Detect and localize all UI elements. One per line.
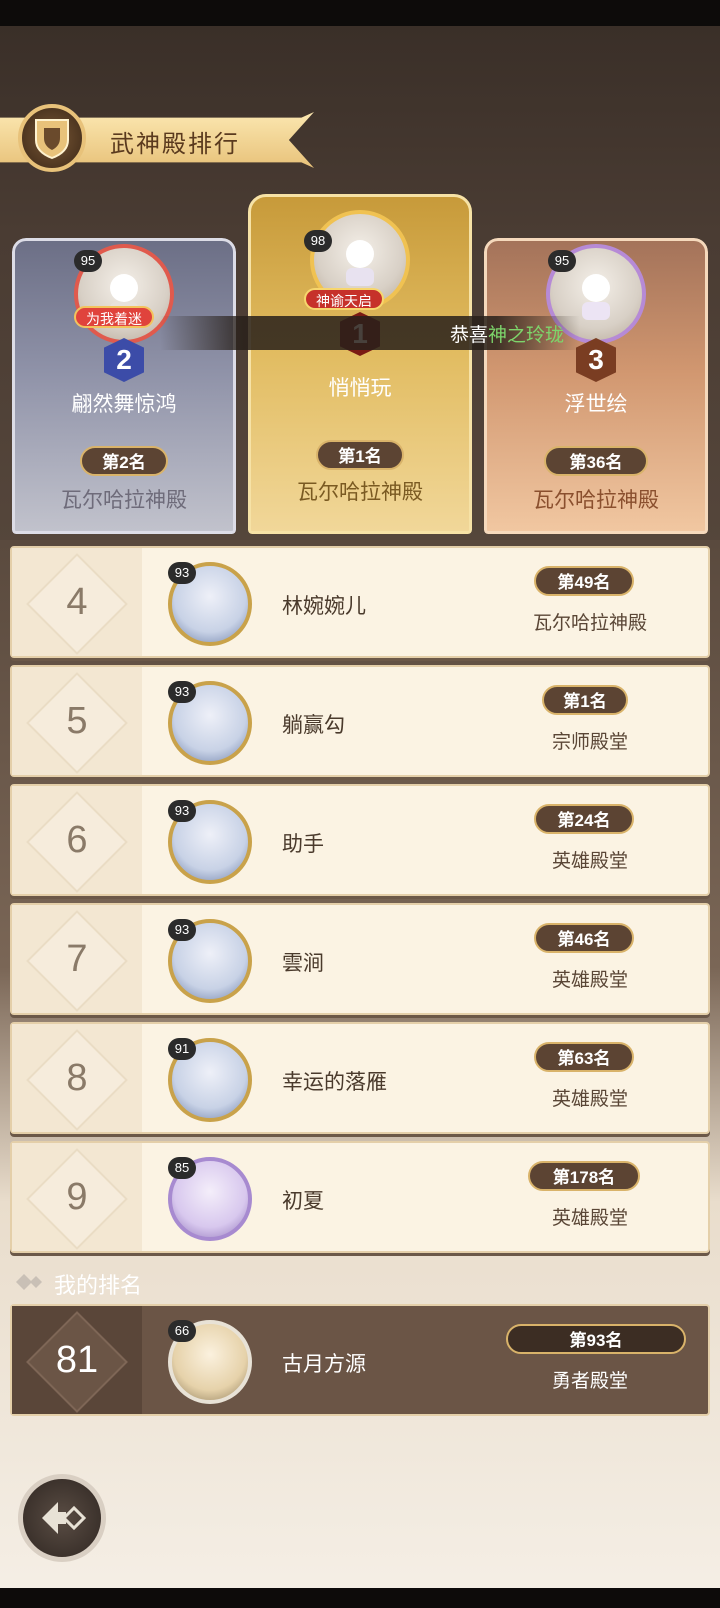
level-badge: 66 [168, 1320, 196, 1342]
system-navigation-bar [0, 1588, 720, 1608]
level-badge: 93 [168, 562, 196, 584]
back-arrow-icon [42, 1502, 86, 1534]
place-badge: 第2名 [80, 446, 168, 476]
table-row[interactable]: 7 93 雲涧 第46名 英雄殿堂 [10, 903, 710, 1015]
hall-name: 勇者殿堂 [551, 1371, 628, 1392]
my-rank-row[interactable]: 81 66 古月方源 第93名 勇者殿堂 [10, 1304, 710, 1416]
place-badge: 第1名 [542, 685, 628, 715]
broadcast-marquee: 恭喜神之玲珑 [160, 316, 580, 350]
rank-number: 7 [66, 937, 88, 980]
rank-cell: 7 [12, 905, 142, 1013]
rank-cell: 4 [12, 548, 142, 656]
rank-number: 9 [66, 1175, 88, 1218]
place-badge: 第1名 [316, 440, 404, 470]
hall-name: 英雄殿堂 [551, 1089, 628, 1110]
podium-card-2[interactable]: 95 为我着迷 2 翩然舞惊鸿 第2名 瓦尔哈拉神殿 [12, 238, 236, 534]
hall-name: 瓦尔哈拉神殿 [533, 489, 659, 512]
player-name: 林婉婉儿 [282, 595, 366, 618]
level-badge: 93 [168, 919, 196, 941]
podium-card-1[interactable]: 98 神谕天启 1 悄悄玩 第1名 瓦尔哈拉神殿 [248, 194, 472, 534]
marquee-highlight: 神之玲珑 [488, 325, 565, 346]
player-name: 初夏 [282, 1190, 324, 1213]
place-badge: 第24名 [534, 804, 634, 834]
place-badge: 第46名 [534, 923, 634, 953]
place-badge: 第63名 [534, 1042, 634, 1072]
hall-name: 英雄殿堂 [551, 970, 628, 991]
level-badge: 95 [548, 250, 576, 272]
rank-number: 8 [66, 1056, 88, 1099]
page-title: 武神殿排行 [110, 131, 240, 158]
table-row[interactable]: 6 93 助手 第24名 英雄殿堂 [10, 784, 710, 896]
player-name: 古月方源 [282, 1353, 366, 1376]
rank-number: 81 [55, 1338, 99, 1381]
hall-name: 英雄殿堂 [551, 851, 628, 872]
rank-cell: 81 [12, 1306, 142, 1414]
shield-emblem-icon [18, 104, 86, 172]
rank-number: 6 [66, 818, 88, 861]
table-row[interactable]: 8 91 幸运的落雁 第63名 英雄殿堂 [10, 1022, 710, 1134]
table-row[interactable]: 4 93 林婉婉儿 第49名 瓦尔哈拉神殿 [10, 546, 710, 658]
level-badge: 98 [304, 230, 332, 252]
level-badge: 93 [168, 800, 196, 822]
player-name: 躺赢勾 [282, 714, 345, 737]
my-rank-label: 我的排名 [54, 1273, 143, 1298]
marquee-text: 恭喜神之玲珑 [450, 320, 564, 347]
title-badge: 为我着迷 [74, 306, 154, 328]
hall-name: 英雄殿堂 [551, 1208, 628, 1229]
player-name: 助手 [282, 833, 324, 856]
place-badge: 第93名 [506, 1324, 686, 1354]
hall-name: 瓦尔哈拉神殿 [297, 481, 423, 504]
place-badge: 第178名 [528, 1161, 640, 1191]
hall-name: 宗师殿堂 [551, 732, 628, 753]
marquee-prefix: 恭喜 [450, 325, 489, 346]
podium-card-3[interactable]: 95 3 浮世绘 第36名 瓦尔哈拉神殿 [484, 238, 708, 534]
hall-name: 瓦尔哈拉神殿 [61, 489, 187, 512]
rank-number: 5 [66, 699, 88, 742]
status-bar [0, 0, 720, 26]
hall-name: 瓦尔哈拉神殿 [532, 613, 647, 634]
rank-cell: 5 [12, 667, 142, 775]
rank-cell: 9 [12, 1143, 142, 1251]
place-badge: 第36名 [544, 446, 648, 476]
title-badge: 神谕天启 [304, 288, 384, 310]
level-badge: 85 [168, 1157, 196, 1179]
table-row[interactable]: 5 93 躺赢勾 第1名 宗师殿堂 [10, 665, 710, 777]
player-name: 幸运的落雁 [282, 1071, 387, 1094]
player-name: 翩然舞惊鸿 [71, 393, 177, 416]
player-name: 雲涧 [282, 952, 324, 975]
table-row[interactable]: 9 85 初夏 第178名 英雄殿堂 [10, 1141, 710, 1253]
level-badge: 95 [74, 250, 102, 272]
diamond-arrow-icon [16, 1272, 44, 1292]
place-badge: 第49名 [534, 566, 634, 596]
player-name: 悄悄玩 [328, 377, 392, 400]
rank-cell: 6 [12, 786, 142, 894]
level-badge: 93 [168, 681, 196, 703]
rank-cell: 8 [12, 1024, 142, 1132]
level-badge: 91 [168, 1038, 196, 1060]
back-button[interactable] [18, 1474, 106, 1562]
player-name: 浮世绘 [564, 393, 628, 416]
rank-number: 4 [66, 580, 88, 623]
